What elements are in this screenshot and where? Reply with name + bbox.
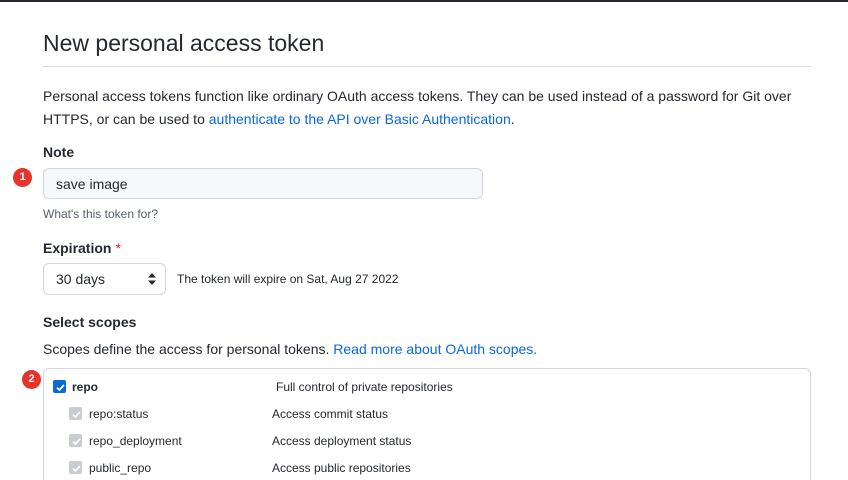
checkbox-public-repo: [69, 461, 82, 474]
intro-text-end: .: [510, 111, 515, 127]
checkmark-icon: [56, 384, 65, 392]
note-input[interactable]: [43, 168, 483, 199]
scope-name: public_repo: [89, 461, 152, 475]
checkmark-icon: [72, 465, 81, 473]
scope-name: repo_deployment: [89, 434, 182, 448]
required-marker: *: [115, 240, 121, 256]
note-hint: What's this token for?: [43, 207, 159, 221]
scope-name: repo: [72, 380, 99, 394]
oauth-scopes-link[interactable]: Read more about OAuth scopes.: [333, 341, 537, 357]
checkmark-icon: [72, 411, 81, 419]
scopes-label: Select scopes: [43, 314, 137, 330]
expiration-message: The token will expire on Sat, Aug 27 202…: [177, 272, 399, 286]
top-border: [0, 0, 848, 2]
scope-description: Full control of private repositories: [276, 380, 453, 394]
expiration-select[interactable]: 30 days: [43, 263, 166, 295]
expiration-label-text: Expiration: [43, 240, 112, 256]
checkbox-repo-status: [69, 407, 82, 420]
annotation-badge-2: 2: [22, 370, 41, 389]
scope-row-public-repo[interactable]: public_repo Access public repositories: [44, 458, 810, 478]
scope-description: Access public repositories: [272, 461, 411, 475]
scope-row-repo-deployment[interactable]: repo_deployment Access deployment status: [44, 431, 810, 451]
scope-description: Access deployment status: [272, 434, 412, 448]
expiration-label: Expiration *: [43, 240, 121, 256]
note-label: Note: [43, 144, 75, 160]
checkbox-repo[interactable]: [53, 380, 66, 393]
scopes-description-text: Scopes define the access for personal to…: [43, 341, 334, 357]
basic-auth-link[interactable]: authenticate to the API over Basic Authe…: [209, 111, 511, 127]
page-title: New personal access token: [43, 30, 325, 56]
intro-paragraph: Personal access tokens function like ord…: [43, 85, 803, 131]
select-arrows-icon: [148, 273, 156, 285]
scope-row-repo[interactable]: repo Full control of private repositorie…: [44, 377, 810, 397]
scopes-list: repo Full control of private repositorie…: [43, 368, 811, 480]
annotation-badge-1: 1: [13, 168, 32, 187]
checkmark-icon: [72, 438, 81, 446]
scope-row-repo-status[interactable]: repo:status Access commit status: [44, 404, 810, 424]
scope-description: Access commit status: [272, 407, 389, 421]
checkbox-repo-deployment: [69, 434, 82, 447]
scopes-description: Scopes define the access for personal to…: [43, 341, 537, 357]
expiration-selected-value: 30 days: [56, 271, 106, 287]
title-divider: [43, 66, 811, 67]
scope-name: repo:status: [89, 407, 149, 421]
